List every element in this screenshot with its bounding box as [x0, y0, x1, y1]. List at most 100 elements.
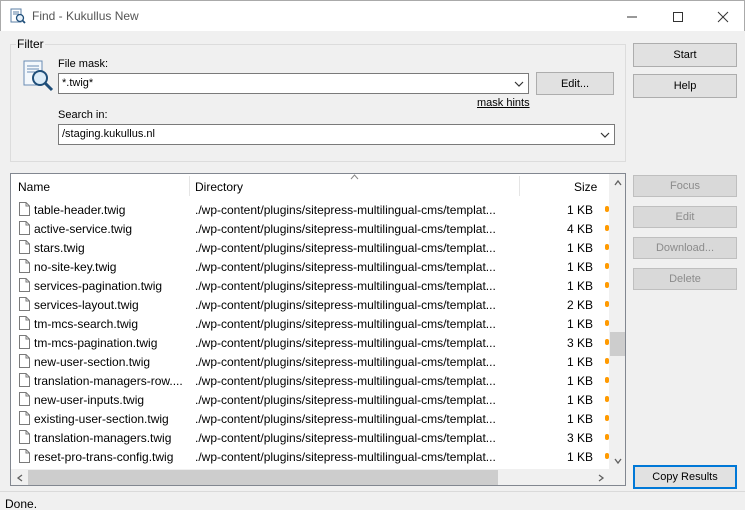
file-name: tm-mcs-search.twig	[34, 317, 139, 331]
file-directory: ./wp-content/plugins/sitepress-multiling…	[195, 298, 496, 312]
file-icon	[19, 411, 30, 425]
file-name: table-header.twig	[34, 203, 126, 217]
column-header-directory[interactable]: Directory	[195, 180, 243, 194]
table-row[interactable]: tm-mcs-pagination.twig ./wp-content/plugi…	[11, 333, 609, 352]
edit-mask-button[interactable]: Edit...	[536, 72, 614, 95]
file-directory: ./wp-content/plugins/sitepress-multiling…	[195, 355, 496, 369]
table-row[interactable]: stars.twig ./wp-content/plugins/sitepress…	[11, 238, 609, 257]
file-icon	[19, 240, 30, 254]
column-header-name[interactable]: Name	[18, 180, 50, 194]
file-name: reset-pro-trans-config.twig	[34, 450, 174, 464]
scroll-corner	[609, 469, 625, 485]
search-in-label: Search in:	[58, 109, 108, 121]
table-row[interactable]: reset-pro-trans-config.twig ./wp-content/…	[11, 447, 609, 466]
file-size: 3 KB	[566, 336, 593, 350]
column-divider[interactable]	[189, 176, 190, 196]
file-name: new-user-inputs.twig	[34, 393, 145, 407]
results-list[interactable]: Name Directory Size table-header.twig ./w…	[10, 173, 626, 486]
vertical-scroll-thumb[interactable]	[610, 332, 625, 356]
maximize-button[interactable]	[655, 1, 701, 32]
file-directory: ./wp-content/plugins/sitepress-multiling…	[195, 336, 496, 350]
focus-button[interactable]: Focus	[633, 175, 737, 197]
file-icon	[19, 335, 30, 349]
file-name: new-user-section.twig	[34, 355, 151, 369]
file-directory: ./wp-content/plugins/sitepress-multiling…	[195, 393, 496, 407]
delete-button[interactable]: Delete	[633, 268, 737, 290]
table-row[interactable]: table-header.twig ./wp-content/plugins/si…	[11, 200, 609, 219]
file-directory: ./wp-content/plugins/sitepress-multiling…	[195, 412, 496, 426]
file-directory: ./wp-content/plugins/sitepress-multiling…	[195, 317, 496, 331]
file-size: 1 KB	[566, 241, 593, 255]
file-icon	[19, 297, 30, 311]
file-search-icon	[23, 60, 54, 92]
file-size: 1 KB	[566, 450, 593, 464]
table-row[interactable]: existing-user-section.twig ./wp-content/p…	[11, 409, 609, 428]
file-size: 1 KB	[566, 260, 593, 274]
file-icon	[19, 316, 30, 330]
file-directory: ./wp-content/plugins/sitepress-multiling…	[195, 279, 496, 293]
column-divider[interactable]	[519, 176, 520, 196]
table-row[interactable]: services-layout.twig ./wp-content/plugins…	[11, 295, 609, 314]
table-row[interactable]: tm-mcs-search.twig ./wp-content/plugins/s…	[11, 314, 609, 333]
copy-results-button[interactable]: Copy Results	[633, 465, 737, 489]
file-name: active-service.twig	[34, 222, 133, 236]
file-name: translation-managers-row....	[34, 374, 183, 388]
close-icon	[717, 11, 729, 22]
file-mask-label: File mask:	[58, 58, 109, 70]
chevron-left-icon	[16, 473, 22, 482]
file-name: services-layout.twig	[34, 298, 139, 312]
file-size: 1 KB	[566, 317, 593, 331]
file-icon	[19, 278, 30, 292]
file-size: 1 KB	[566, 279, 593, 293]
chevron-down-icon[interactable]	[600, 130, 610, 140]
status-bar: Done.	[0, 491, 745, 510]
file-directory: ./wp-content/plugins/sitepress-multiling…	[195, 374, 496, 388]
horizontal-scroll-thumb[interactable]	[28, 470, 498, 485]
file-name: services-pagination.twig	[34, 279, 163, 293]
help-button[interactable]: Help	[633, 74, 737, 98]
file-icon	[19, 259, 30, 273]
scroll-left-button[interactable]	[11, 469, 28, 485]
title-bar: Find - Kukullus New	[0, 0, 745, 31]
mask-hints-link[interactable]: mask hints	[477, 97, 530, 109]
file-icon	[19, 202, 30, 216]
chevron-down-icon[interactable]	[514, 79, 524, 89]
find-app-icon	[10, 8, 26, 24]
maximize-icon	[673, 11, 683, 22]
column-header-size[interactable]: Size	[574, 180, 597, 194]
table-row[interactable]: no-site-key.twig ./wp-content/plugins/sit…	[11, 257, 609, 276]
table-row[interactable]: services-pagination.twig ./wp-content/plu…	[11, 276, 609, 295]
file-size: 2 KB	[566, 298, 593, 312]
filter-legend: Filter	[16, 37, 45, 51]
table-row[interactable]: active-service.twig ./wp-content/plugins/…	[11, 219, 609, 238]
download-button[interactable]: Download...	[633, 237, 737, 259]
table-row[interactable]: translation-managers-row.... ./wp-content…	[11, 371, 609, 390]
table-row[interactable]: new-user-section.twig ./wp-content/plugin…	[11, 352, 609, 371]
vertical-scrollbar[interactable]	[609, 174, 625, 469]
file-directory: ./wp-content/plugins/sitepress-multiling…	[195, 450, 496, 464]
scroll-up-button[interactable]	[609, 174, 625, 191]
file-icon	[19, 430, 30, 444]
file-size: 1 KB	[566, 355, 593, 369]
close-button[interactable]	[700, 1, 745, 32]
search-in-combo[interactable]: /staging.kukullus.nl	[58, 124, 615, 145]
search-in-value: /staging.kukullus.nl	[62, 128, 155, 140]
table-row[interactable]: translation-managers.twig ./wp-content/pl…	[11, 428, 609, 447]
chevron-right-icon	[598, 473, 604, 482]
scroll-right-button[interactable]	[592, 469, 609, 485]
file-directory: ./wp-content/plugins/sitepress-multiling…	[195, 203, 496, 217]
file-name: existing-user-section.twig	[34, 412, 169, 426]
status-text: Done.	[5, 497, 38, 510]
file-directory: ./wp-content/plugins/sitepress-multiling…	[195, 431, 496, 445]
table-row[interactable]: new-user-inputs.twig ./wp-content/plugins…	[11, 390, 609, 409]
file-icon	[19, 221, 30, 235]
scroll-down-button[interactable]	[609, 452, 625, 469]
file-mask-combo[interactable]: *.twig*	[58, 73, 529, 94]
start-button[interactable]: Start	[633, 43, 737, 67]
minimize-button[interactable]	[609, 1, 655, 32]
edit-button[interactable]: Edit	[633, 206, 737, 228]
file-directory: ./wp-content/plugins/sitepress-multiling…	[195, 260, 496, 274]
horizontal-scrollbar[interactable]	[11, 469, 609, 485]
window-title: Find - Kukullus New	[32, 9, 139, 23]
file-icon	[19, 449, 30, 463]
